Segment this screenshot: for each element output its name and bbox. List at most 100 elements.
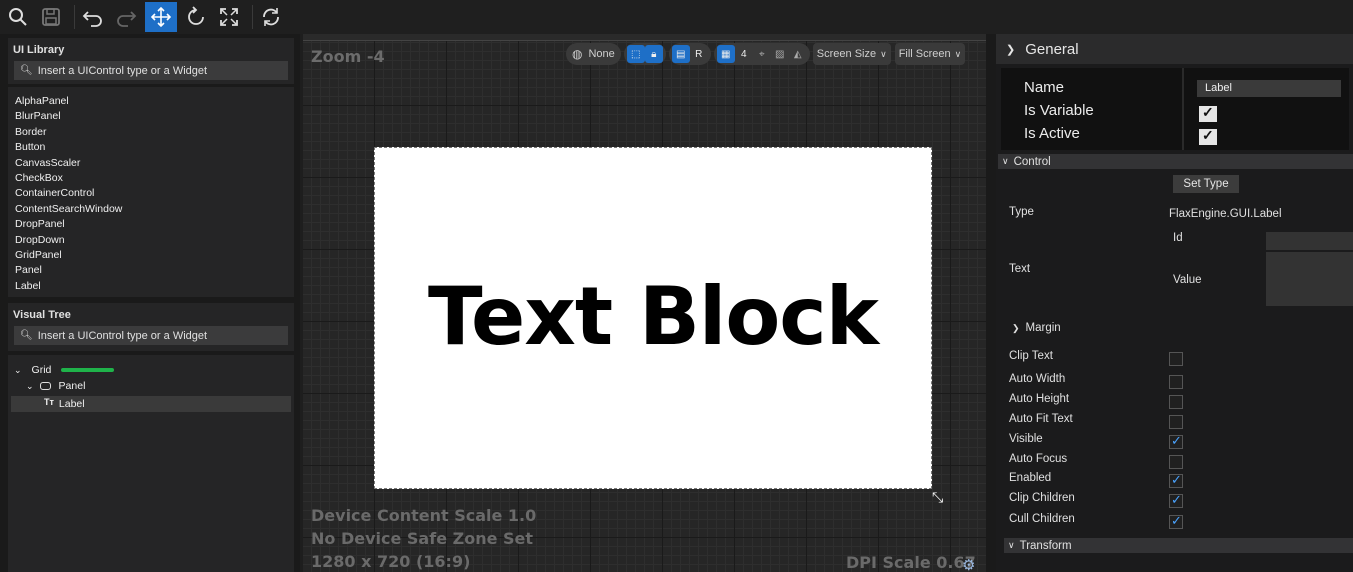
is-variable-checkbox[interactable] [1199, 104, 1217, 122]
ui-library-item[interactable]: ContainerControl [15, 186, 294, 201]
flag-label: Cull Children [1009, 513, 1075, 525]
panel-icon [39, 382, 51, 390]
cursor-icon[interactable]: ⌖ [753, 45, 771, 63]
text-label: Text [1009, 263, 1031, 275]
set-type-button[interactable]: Set Type [1173, 175, 1239, 193]
gear-icon[interactable]: ⚙ [962, 556, 975, 572]
redo-icon[interactable] [112, 2, 140, 32]
ui-library-item[interactable]: Border [15, 125, 294, 140]
visual-tree-header: Visual Tree 🔍︎ Insert a UIControl type o… [8, 303, 294, 351]
flag-checkbox[interactable] [1169, 352, 1183, 366]
screen-size-value: Screen Size [816, 48, 877, 60]
left-panel: UI Library 🔍︎ Insert a UIControl type or… [0, 34, 300, 572]
flag-label: Auto Width [1009, 373, 1066, 385]
refresh-icon[interactable] [257, 2, 285, 32]
tree-node-label-selected[interactable]: Tт Label [11, 396, 291, 412]
text-block-preview[interactable]: Text Block [428, 270, 879, 363]
is-variable-label: Is Variable [1024, 102, 1094, 119]
flag-label: Auto Height [1009, 393, 1070, 405]
flag-checkbox[interactable] [1169, 433, 1183, 449]
search-placeholder: Insert a UIControl type or a Widget [37, 64, 208, 77]
snap-dotted-icon[interactable]: ⬚ [626, 45, 645, 63]
search-placeholder: Insert a UIControl type or a Widget [37, 329, 208, 342]
flag-checkbox[interactable] [1169, 492, 1183, 508]
chevron-down-icon[interactable]: ⌄ [26, 381, 34, 392]
visual-tree-search-input[interactable]: 🔍︎ Insert a UIControl type or a Widget [14, 326, 288, 345]
grid-count[interactable]: 4 [735, 45, 753, 63]
scale-icon[interactable]: ▤ [671, 45, 690, 63]
rotation-pill: ▤ R [668, 43, 711, 65]
rotation-label[interactable]: R [690, 45, 708, 63]
transform-section-header[interactable]: ∨ Transform [1004, 538, 1353, 553]
fill-screen-value: Fill Screen [898, 48, 951, 60]
tree-node-grid[interactable]: ⌄ Grid [14, 362, 115, 378]
artboard[interactable]: Text Block [374, 147, 932, 489]
margin-label: Margin [1025, 322, 1061, 334]
chevron-down-icon[interactable]: ⌄ [14, 365, 22, 376]
resize-handle-icon[interactable]: ⤡ [932, 489, 943, 506]
ruler-tick: 2000 [945, 34, 958, 36]
ui-library-search-input[interactable]: 🔍︎ Insert a UIControl type or a Widget [14, 61, 288, 80]
fullscreen-icon[interactable] [215, 2, 243, 32]
ui-library-item[interactable]: Label [15, 279, 294, 294]
flag-checkbox[interactable] [1169, 395, 1183, 409]
type-value: FlaxEngine.GUI.Label [1169, 208, 1282, 220]
flag-checkbox[interactable] [1169, 375, 1183, 389]
device-content-scale: Device Content Scale 1.0 [311, 506, 537, 525]
ui-library-item[interactable]: BlurPanel [15, 109, 294, 124]
chevron-down-icon: ∨ [1008, 540, 1015, 550]
flag-checkbox[interactable] [1169, 513, 1183, 529]
ruler-tick: 1000 [637, 34, 650, 36]
anchor-mode-label: None [588, 48, 615, 60]
text-value-label: Value [1173, 274, 1202, 286]
fill-screen-dropdown[interactable]: Fill Screen ∨ [894, 43, 966, 65]
text-value-field[interactable] [1266, 252, 1353, 306]
save-icon[interactable] [37, 2, 65, 32]
is-active-checkbox[interactable] [1199, 127, 1217, 145]
ui-library-item[interactable]: ContentSearchWindow [15, 202, 294, 217]
flag-label: Visible [1009, 433, 1043, 445]
tree-node-label: Label [58, 398, 85, 410]
visual-tree-title: Visual Tree [13, 309, 71, 321]
general-divider [1182, 68, 1184, 150]
anchor-pill[interactable]: ◍ None [566, 43, 621, 65]
globe-icon: ◍ [572, 47, 583, 61]
visual-tree: ⌄ Grid ⌄ Panel Tт Label [8, 355, 294, 572]
flag-checkbox[interactable] [1169, 455, 1183, 469]
mirror-icon[interactable]: ◭ [789, 45, 807, 63]
canvas-toolbar: ◍ None ⬚ 🔒︎ ▤ R ▦ 4 ⌖ ▨ ◭ Screen Size ∨ … [566, 43, 969, 65]
design-canvas[interactable]: 0 500 1000 1500 2000 Zoom -4 ◍ None ⬚ 🔒︎… [303, 34, 986, 572]
margin-group[interactable]: ❯ Margin [1012, 322, 1061, 334]
ui-library-item[interactable]: CanvasScaler [15, 156, 294, 171]
tree-node-label: Panel [58, 380, 86, 392]
ui-library-item[interactable]: Button [15, 140, 294, 155]
screen-size-dropdown[interactable]: Screen Size ∨ [812, 43, 891, 65]
flag-checkbox[interactable] [1169, 415, 1183, 429]
ui-library-list: AlphaPanel BlurPanel Border Button CanvasSca… [8, 87, 294, 297]
image-icon[interactable]: ▨ [771, 45, 789, 63]
name-input[interactable]: Label [1197, 80, 1341, 97]
rotate-icon[interactable] [182, 2, 210, 32]
toolbar-separator [252, 5, 253, 29]
ui-library-item[interactable]: Panel [15, 263, 294, 278]
chevron-down-icon: ∨ [880, 48, 887, 59]
tree-node-panel[interactable]: ⌄ Panel [26, 378, 85, 394]
ui-library-item[interactable]: DropDown [15, 233, 294, 248]
ui-library-item[interactable]: DropPanel [15, 217, 294, 232]
text-id-field[interactable] [1266, 232, 1353, 250]
ui-library-item[interactable]: CheckBox [15, 171, 294, 186]
ui-library-header: UI Library 🔍︎ Insert a UIControl type or… [8, 38, 294, 84]
move-tool-icon[interactable] [145, 2, 177, 32]
undo-icon[interactable] [79, 2, 107, 32]
general-header-label: General [1025, 40, 1079, 58]
flag-checkbox[interactable] [1169, 472, 1183, 488]
ui-library-item[interactable]: AlphaPanel [15, 94, 294, 109]
general-section-header[interactable]: ❯ General [996, 34, 1353, 64]
search-icon[interactable] [4, 2, 32, 32]
grid-icon[interactable]: ▦ [716, 45, 735, 63]
chevron-down-icon: ∨ [1002, 156, 1009, 166]
lock-icon[interactable]: 🔒︎ [644, 45, 663, 63]
control-section-header[interactable]: ∨ Control [998, 154, 1353, 169]
grid-indicator-bar [61, 368, 115, 372]
ui-library-item[interactable]: GridPanel [15, 248, 294, 263]
